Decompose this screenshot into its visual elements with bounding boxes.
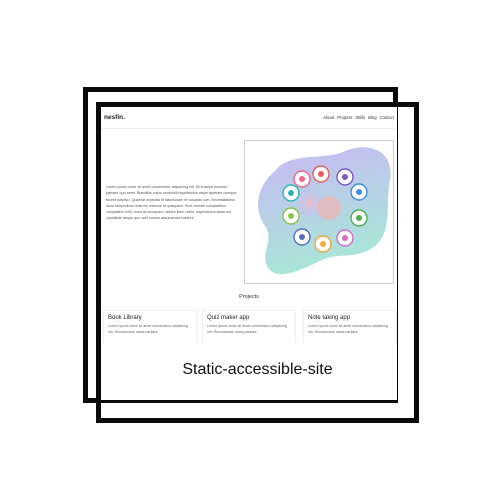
site-logo[interactable]: nesfin. xyxy=(104,114,125,121)
project-cards: Book Library Lorem ipsum dolor sit amet … xyxy=(103,310,397,343)
tech-icon-dot xyxy=(320,241,326,247)
project-card-title: Quiz maker app xyxy=(207,315,250,321)
tech-icon-dot xyxy=(288,190,294,196)
navbar: nesfin. About Projects Skills Blog Conta… xyxy=(101,107,397,129)
project-card-description: Lorem ipsum dolor sit amet consectetur a… xyxy=(207,324,287,334)
hero-illustration xyxy=(244,140,394,284)
project-caption: Static-accessible-site xyxy=(182,361,333,378)
nav-link-projects[interactable]: Projects xyxy=(337,115,352,120)
tech-icon-dot xyxy=(299,234,305,240)
project-card-book-library[interactable]: Book Library Lorem ipsum dolor sit amet … xyxy=(103,310,197,343)
tech-icon-dot xyxy=(342,235,348,241)
tech-icon-dot xyxy=(288,213,294,219)
project-card-title: Note taking app xyxy=(308,315,351,321)
center-circle-right xyxy=(317,196,341,220)
tech-icon-dot xyxy=(342,174,348,180)
project-card-title: Book Library xyxy=(108,315,142,321)
tech-icon-dot xyxy=(356,215,362,221)
nav-link-skills[interactable]: Skills xyxy=(355,115,365,120)
project-card-quiz-maker[interactable]: Quiz maker app Lorem ipsum dolor sit ame… xyxy=(202,310,296,343)
tech-icon-dot xyxy=(318,171,324,177)
nav-link-about[interactable]: About xyxy=(323,115,334,120)
tech-icon-dot xyxy=(299,176,305,182)
tech-icon-dot xyxy=(356,189,362,195)
nav-menu: About Projects Skills Blog Contact xyxy=(323,115,394,120)
hero-paragraph: Lorem ipsum dolor sit amet consectetur a… xyxy=(106,185,237,221)
projects-heading: Projects xyxy=(239,294,259,300)
illustration-svg xyxy=(258,147,391,275)
nav-link-contact[interactable]: Contact xyxy=(380,115,394,120)
project-card-description: Lorem ipsum dolor sit amet consectetur a… xyxy=(108,324,188,334)
project-card-description: Lorem ipsum dolor sit amet consectetur a… xyxy=(308,324,388,334)
project-card-note-taking[interactable]: Note taking app Lorem ipsum dolor sit am… xyxy=(303,310,397,343)
website-preview: nesfin. About Projects Skills Blog Conta… xyxy=(101,107,397,343)
canvas: nesfin. About Projects Skills Blog Conta… xyxy=(0,0,500,500)
nav-link-blog[interactable]: Blog xyxy=(368,115,376,120)
